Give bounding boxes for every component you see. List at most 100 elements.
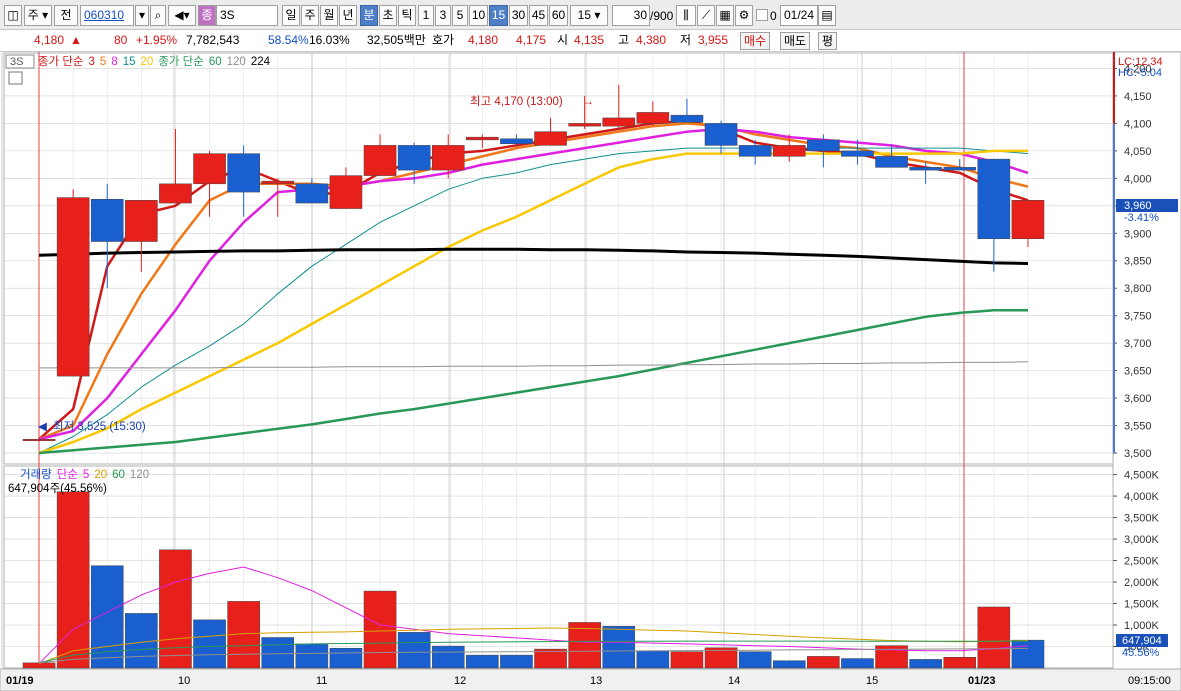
change-arrow: ▲ xyxy=(70,33,82,47)
candle-body xyxy=(602,117,636,127)
candle-body xyxy=(329,175,363,209)
code-dropdown-icon[interactable]: ▾ xyxy=(135,5,149,26)
candle-body xyxy=(841,150,874,157)
candle-body xyxy=(295,183,329,204)
minute-button-60[interactable]: 60 xyxy=(549,5,568,26)
legend-item: 거래량 xyxy=(20,468,52,481)
volume-bar xyxy=(636,650,670,669)
minute-button-10[interactable]: 10 xyxy=(469,5,488,26)
price-tick-label: 3,850 xyxy=(1124,256,1152,268)
minute-select-value: 15 xyxy=(577,8,591,22)
volume-tick-label: 2,000K xyxy=(1124,577,1160,589)
minute-button-45[interactable]: 45 xyxy=(529,5,548,26)
x-tick-label: 01/23 xyxy=(968,675,996,687)
table-icon[interactable] xyxy=(8,71,23,85)
price-tick-label: 3,550 xyxy=(1124,421,1152,433)
candle-body xyxy=(568,123,601,127)
volume-bar xyxy=(397,632,431,669)
candle-body xyxy=(1011,200,1045,240)
stock-code-input[interactable]: 060310 xyxy=(80,5,134,26)
minute-button-30[interactable]: 30 xyxy=(509,5,528,26)
minute-button-1[interactable]: 1 xyxy=(418,5,434,26)
open-label: 시 xyxy=(557,33,569,47)
candle-body xyxy=(397,145,431,171)
candle-body xyxy=(56,197,90,377)
price-tick-label: 3,650 xyxy=(1124,366,1152,378)
volume-bar xyxy=(431,645,465,669)
period-button-3[interactable]: 년 xyxy=(339,5,357,26)
volume-bar xyxy=(738,651,772,669)
x-tick-label: 12 xyxy=(454,675,466,687)
calendar-icon[interactable]: ▤ xyxy=(818,5,836,26)
period-button-4[interactable]: 분 xyxy=(360,5,378,26)
buy-button[interactable]: 매수 xyxy=(740,32,771,50)
candle-body xyxy=(159,183,192,204)
volume-tick-label: 4,000K xyxy=(1124,491,1160,503)
sell-button[interactable]: 매도 xyxy=(780,32,811,50)
legend-item: 5 xyxy=(100,56,106,68)
count-input[interactable]: 30 xyxy=(612,5,650,26)
price-tick-label: 3,750 xyxy=(1124,311,1152,323)
candle-body xyxy=(943,167,977,171)
checkbox[interactable] xyxy=(756,9,768,21)
volume-bar xyxy=(772,660,806,669)
volume-bar xyxy=(670,651,704,669)
candle-body xyxy=(738,145,772,157)
candle-body xyxy=(431,145,465,171)
ask-price: 4,180 xyxy=(468,33,499,47)
volume-bar xyxy=(329,647,363,669)
candle-body xyxy=(704,123,738,146)
candle-icon[interactable]: ⫼ xyxy=(676,5,696,26)
x-tick-label: 09:15:00 xyxy=(1128,675,1171,687)
legend-item: 60 xyxy=(209,56,222,68)
bid-price: 4,175 xyxy=(516,33,547,47)
volume-bar xyxy=(466,654,499,669)
candle-body xyxy=(261,180,295,185)
candle-body xyxy=(875,156,908,168)
period-button-0[interactable]: 일 xyxy=(282,5,300,26)
minute-button-15[interactable]: 15 xyxy=(489,5,508,26)
candle-body xyxy=(670,114,704,123)
minute-select[interactable]: 15 ▾ xyxy=(570,5,608,26)
price-tick-label: 4,050 xyxy=(1124,146,1152,158)
date-input[interactable]: 01/24 xyxy=(780,5,818,26)
volume-tick-label: 3,500K xyxy=(1124,513,1160,525)
price-tick-label: 4,150 xyxy=(1124,91,1152,103)
market-select[interactable]: 주 ▾ xyxy=(24,5,52,26)
volume-ratio: 58.54% xyxy=(268,33,309,47)
prev-button[interactable]: 전 xyxy=(54,5,78,26)
speaker-icon[interactable]: ◀▾ xyxy=(168,5,196,26)
line-icon[interactable]: ⟋ xyxy=(697,5,715,26)
current-volume-label: 647,904 xyxy=(1122,635,1162,647)
grid-icon[interactable]: ▦ xyxy=(716,5,734,26)
minute-button-5[interactable]: 5 xyxy=(452,5,468,26)
search-icon[interactable]: ⌕ xyxy=(150,5,166,26)
price-tick-label: 3,800 xyxy=(1124,283,1152,295)
candle-body xyxy=(977,158,1011,240)
market-label: 주 xyxy=(27,8,39,22)
volume-bar xyxy=(363,590,397,669)
period-button-2[interactable]: 월 xyxy=(320,5,338,26)
candle-body xyxy=(90,198,124,242)
candle-body xyxy=(772,145,806,157)
eval-button[interactable]: 평 xyxy=(818,32,838,50)
stock-chart[interactable]: 4,2004,1504,1004,0504,0003,9503,9003,850… xyxy=(0,52,1181,691)
legend-item: 15 xyxy=(123,56,136,68)
volume-bar xyxy=(261,637,295,669)
legend-item: 3 xyxy=(89,56,95,68)
volume-bar xyxy=(295,643,329,669)
legend-item: 120 xyxy=(227,56,246,68)
low-price: 3,955 xyxy=(698,33,729,47)
candle-body xyxy=(125,200,158,242)
window-icon[interactable]: ◫ xyxy=(4,5,22,26)
high-price: 4,380 xyxy=(636,33,667,47)
candle-body xyxy=(807,139,840,152)
period-button-1[interactable]: 주 xyxy=(301,5,319,26)
gear-icon[interactable]: ⚙ xyxy=(735,5,753,26)
high-annotation: 최고 4,170 (13:00) xyxy=(470,95,563,108)
period-button-6[interactable]: 틱 xyxy=(398,5,416,26)
period-button-5[interactable]: 초 xyxy=(379,5,397,26)
minute-button-3[interactable]: 3 xyxy=(435,5,451,26)
legend-item: 종가 단순 xyxy=(38,55,84,68)
price-tick-label: 3,700 xyxy=(1124,338,1152,350)
